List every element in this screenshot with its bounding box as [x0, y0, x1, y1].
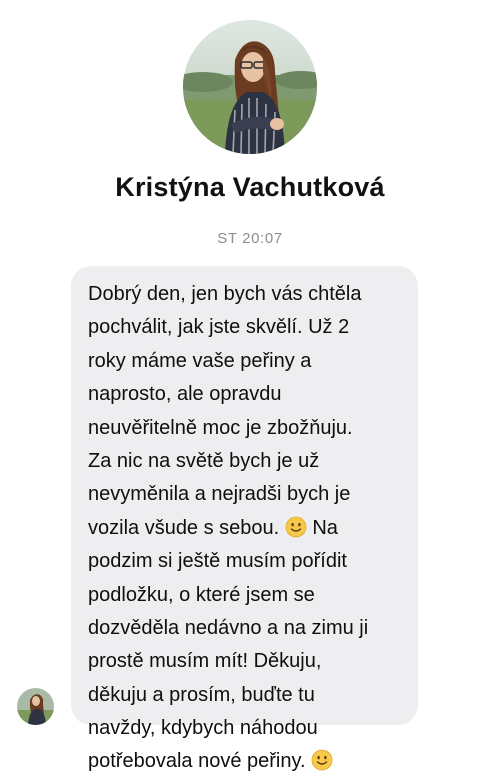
message-line: podložku, o které jsem se — [88, 583, 315, 606]
message-line: navždy, kdybych náhodou — [88, 717, 318, 740]
message-line: neuvěřitelně moc je zbožňuju. — [88, 416, 353, 439]
message-line: nevyměnila a nejradši bych je — [88, 483, 351, 506]
message-line: dozvěděla nedávno a na zimu ji — [88, 616, 369, 639]
message-text: Na — [312, 516, 338, 539]
message-line: prostě musím mít! Děkuju, — [88, 650, 322, 673]
message-line: naprosto, ale opravdu — [88, 383, 282, 406]
message-line: potřebovala nové peřiny. — [88, 745, 404, 778]
message-line: Za nic na světě bych je už — [88, 449, 320, 472]
contact-avatar[interactable] — [183, 20, 317, 154]
message-text: potřebovala nové peřiny. — [88, 750, 306, 773]
message-text: vozila všude s sebou. — [88, 516, 280, 539]
message-line: roky máme vaše peřiny a — [88, 349, 312, 372]
message-timestamp: ST 20:07 — [217, 230, 283, 247]
profile-photo-icon — [17, 688, 54, 725]
contact-name[interactable]: Kristýna Vachutková — [0, 172, 500, 203]
slightly-smiling-face-icon — [285, 516, 307, 538]
message-line: pochválit, jak jste skvělí. Už 2 — [88, 316, 350, 339]
slightly-smiling-face-icon — [311, 749, 333, 771]
message-line: Dobrý den, jen bych vás chtěla — [88, 283, 362, 305]
message-line: vozila všude s sebou. Na — [88, 512, 404, 545]
sender-avatar[interactable] — [17, 688, 54, 725]
message-line: podzim si ještě musím pořídit — [88, 550, 347, 573]
message-bubble[interactable]: Dobrý den, jen bych vás chtěla pochválit… — [71, 266, 418, 772]
profile-photo-icon — [183, 20, 317, 154]
message-line: děkuju a prosím, buďte tu — [88, 683, 315, 706]
